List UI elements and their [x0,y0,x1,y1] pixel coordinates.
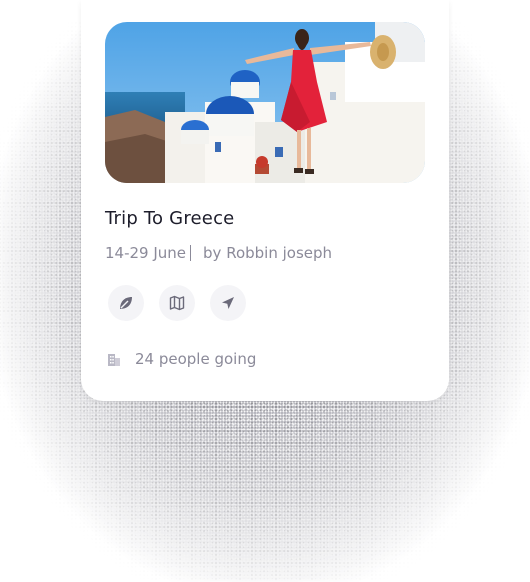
map-icon [169,295,185,311]
people-going: 24 people going [105,350,256,368]
trip-photo [105,22,425,183]
send-button[interactable] [210,285,246,321]
building-icon [105,350,123,368]
people-going-text: 24 people going [135,350,257,368]
trip-author: by Robbin joseph [203,244,333,262]
trip-dates: 14-29 June [105,244,187,262]
trip-title: Trip To Greece [105,208,235,229]
send-icon [222,297,234,309]
trip-card[interactable]: Trip To Greece 14-29 June by Robbin jose… [81,0,449,401]
leaf-button[interactable] [108,285,144,321]
leaf-icon [120,297,132,309]
meta-divider [190,245,192,261]
trip-meta: 14-29 June by Robbin joseph [105,244,332,262]
trip-actions [108,285,246,321]
map-button[interactable] [159,285,195,321]
